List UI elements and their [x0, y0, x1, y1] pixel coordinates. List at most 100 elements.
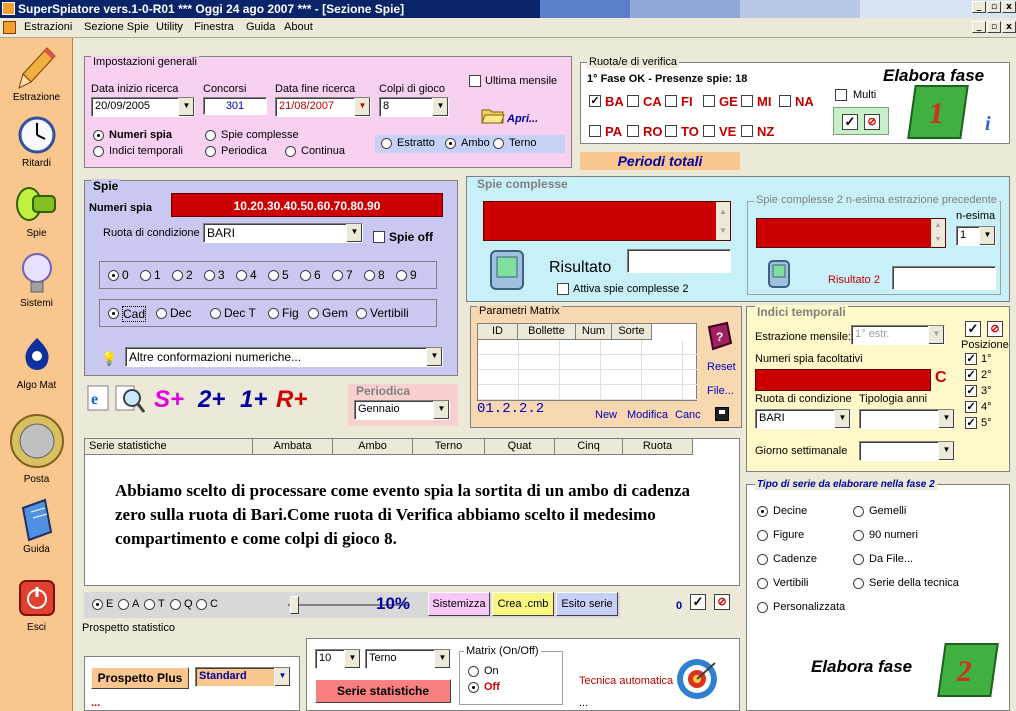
sidebar-item-esci[interactable]: Esci: [0, 576, 73, 633]
bet-extract-radio[interactable]: [381, 138, 392, 149]
scroll-down-icon[interactable]: ▼: [931, 233, 945, 247]
draws-field[interactable]: 301: [203, 97, 267, 115]
magnifier-icon[interactable]: [114, 384, 146, 414]
sidebar-item-guida[interactable]: Guida: [0, 498, 73, 555]
wheel-ca-checkbox[interactable]: [627, 95, 639, 107]
matrix-file-button[interactable]: File...: [707, 385, 734, 397]
cancel-icon[interactable]: ⊘: [714, 594, 730, 610]
series-figure-radio[interactable]: [757, 530, 768, 541]
menu-finestra[interactable]: Finestra: [194, 21, 234, 33]
nth-complex-field[interactable]: ▲ ▼: [756, 218, 946, 248]
complex-spie-field[interactable]: ▲ ▼: [483, 201, 731, 241]
type-vertibili-radio[interactable]: [356, 308, 367, 319]
matrix-new-button[interactable]: New: [595, 409, 617, 421]
stats-col-ambata[interactable]: Ambata: [253, 439, 333, 455]
wheel-ro-checkbox[interactable]: [627, 125, 639, 137]
sort-q-radio[interactable]: [170, 599, 181, 610]
wheel-to-checkbox[interactable]: [665, 125, 677, 137]
matrix-on-radio[interactable]: [468, 666, 479, 677]
spie-wheel-select[interactable]: BARI ▼: [203, 223, 363, 243]
check-icon[interactable]: ✓: [690, 594, 706, 610]
prospetto-plus-button[interactable]: Prospetto Plus: [91, 667, 189, 689]
type-dec-t-radio[interactable]: [210, 308, 221, 319]
stats-col-terno[interactable]: Terno: [413, 439, 485, 455]
one-plus-button[interactable]: 1+: [240, 386, 267, 414]
save-icon[interactable]: [715, 407, 729, 421]
stats-col-ruota[interactable]: Ruota: [623, 439, 693, 455]
mode-time-radio[interactable]: [93, 146, 104, 157]
position-4-checkbox[interactable]: ✓: [965, 401, 977, 413]
wheel-ba-checkbox[interactable]: ✓: [589, 95, 601, 107]
matrix-col-sorte[interactable]: Sorte: [612, 324, 652, 340]
position-2-checkbox[interactable]: ✓: [965, 369, 977, 381]
scroll-down-icon[interactable]: ▼: [716, 221, 730, 240]
position-1-checkbox[interactable]: ✓: [965, 353, 977, 365]
digit-3-radio[interactable]: [204, 270, 215, 281]
wheel-mi-checkbox[interactable]: [741, 95, 753, 107]
result-field[interactable]: [627, 249, 731, 273]
statistics-series-button[interactable]: Serie statistiche: [315, 679, 451, 703]
child-restore-button[interactable]: ▫: [987, 21, 1001, 33]
shots-select[interactable]: 8 ▼: [379, 97, 449, 117]
mode-numbers-radio[interactable]: [93, 130, 104, 141]
matrix-reset-button[interactable]: Reset: [707, 361, 736, 373]
scroll-up-icon[interactable]: ▲: [931, 219, 945, 233]
standard-select[interactable]: Standard ▼: [195, 667, 291, 687]
last-month-checkbox[interactable]: [469, 75, 481, 87]
series-outcome-button[interactable]: Esito serie: [556, 592, 618, 616]
time-wheel-select[interactable]: BARI ▼: [755, 409, 851, 429]
series-personalizzata-radio[interactable]: [757, 602, 768, 613]
position-3-checkbox[interactable]: ✓: [965, 385, 977, 397]
elabora-phase-1-button[interactable]: 1: [907, 85, 969, 139]
matrix-modify-button[interactable]: Modifica: [627, 409, 668, 421]
stats-col-cinq[interactable]: Cinq: [555, 439, 623, 455]
elabora-phase-2-button[interactable]: 2: [937, 643, 999, 697]
cancel-icon[interactable]: ⊘: [864, 114, 880, 130]
menu-estrazioni[interactable]: Estrazioni: [24, 21, 72, 33]
activate-complex-checkbox[interactable]: [557, 283, 569, 295]
optional-numbers-field[interactable]: [755, 369, 931, 391]
multi-checkbox[interactable]: [835, 89, 847, 101]
wheel-ge-checkbox[interactable]: [703, 95, 715, 107]
internet-explorer-icon[interactable]: e: [86, 384, 110, 414]
menu-utility[interactable]: Utility: [156, 21, 183, 33]
matrix-col-bollette[interactable]: Bollette: [518, 324, 576, 340]
periodica-select[interactable]: Gennaio ▼: [354, 400, 450, 420]
digit-7-radio[interactable]: [332, 270, 343, 281]
wheel-na-checkbox[interactable]: [779, 95, 791, 107]
wheel-ve-checkbox[interactable]: [703, 125, 715, 137]
child-close-button[interactable]: x: [1002, 21, 1016, 33]
sort-t-radio[interactable]: [144, 599, 155, 610]
position-5-checkbox[interactable]: ✓: [965, 417, 977, 429]
series-90-numeri-radio[interactable]: [853, 530, 864, 541]
target-icon[interactable]: [675, 657, 719, 701]
series-da-file-radio[interactable]: [853, 554, 864, 565]
s-plus-button[interactable]: S+: [154, 386, 184, 414]
nth-complex-scrollbar[interactable]: ▲ ▼: [931, 219, 945, 247]
sistemizza-button[interactable]: Sistemizza: [428, 592, 490, 616]
sort-e-radio[interactable]: [92, 599, 103, 610]
type-fig-radio[interactable]: [268, 308, 279, 319]
sort-c-radio[interactable]: [196, 599, 207, 610]
sidebar-item-estrazione[interactable]: Estrazione: [0, 46, 73, 103]
stats-col-ambo[interactable]: Ambo: [333, 439, 413, 455]
menu-guida[interactable]: Guida: [246, 21, 275, 33]
wheel-nz-checkbox[interactable]: [741, 125, 753, 137]
check-icon[interactable]: ✓: [842, 114, 858, 130]
matrix-col-num[interactable]: Num: [576, 324, 612, 340]
menu-about[interactable]: About: [284, 21, 313, 33]
digit-2-radio[interactable]: [172, 270, 183, 281]
matrix-cancel-button[interactable]: Canc: [675, 409, 701, 421]
child-minimize-button[interactable]: _: [972, 21, 986, 33]
digit-1-radio[interactable]: [140, 270, 151, 281]
info-icon[interactable]: i: [985, 113, 991, 136]
wheel-fi-checkbox[interactable]: [665, 95, 677, 107]
sidebar-item-sistemi[interactable]: Sistemi: [0, 252, 73, 309]
open-button[interactable]: Apri...: [507, 113, 538, 125]
digit-9-radio[interactable]: [396, 270, 407, 281]
type-cad-radio[interactable]: [108, 308, 119, 319]
sidebar-item-algo-mat[interactable]: Algo Mat: [0, 334, 73, 391]
wheel-pa-checkbox[interactable]: [589, 125, 601, 137]
series-cadenze-radio[interactable]: [757, 554, 768, 565]
type-gem-radio[interactable]: [308, 308, 319, 319]
